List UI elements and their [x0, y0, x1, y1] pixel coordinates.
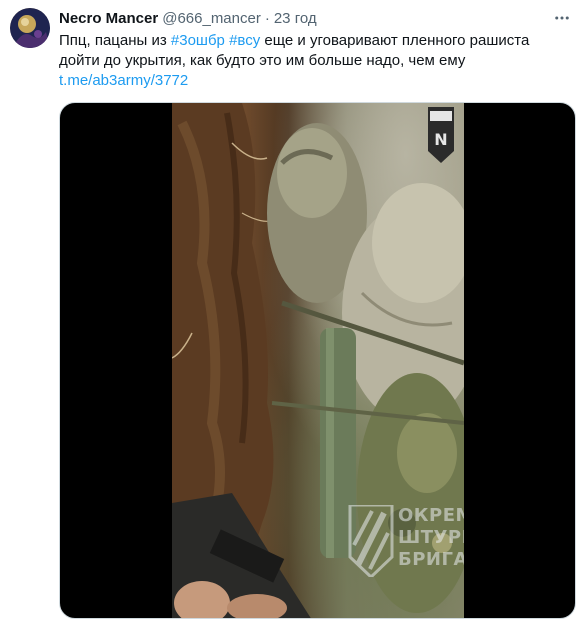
- timestamp[interactable]: 23 год: [274, 9, 317, 29]
- brand-badge: N: [426, 107, 456, 163]
- hashtag-link[interactable]: #всу: [229, 32, 260, 49]
- brand-badge-icon: N: [428, 107, 454, 163]
- watermark-line-3: БРИГАДА: [398, 549, 464, 570]
- tweet-text-line-1: Ппц, пацаны из #3ошбр #всу еще и уговари…: [59, 31, 559, 51]
- video-frame[interactable]: N ОКРЕМА ШТУРМОВА БРИГАДА: [172, 103, 464, 618]
- watermark: ОКРЕМА ШТУРМОВА БРИГАДА: [348, 503, 464, 583]
- tweet-text-line-2: дойти до укрытия, как будто это им больш…: [59, 52, 466, 69]
- media-container[interactable]: N ОКРЕМА ШТУРМОВА БРИГАДА: [59, 102, 576, 619]
- tweet-header: Necro Mancer @666_mancer · 23 год: [59, 9, 317, 29]
- tweet-text-line-3: t.me/ab3army/3772: [59, 71, 559, 91]
- avatar[interactable]: [10, 8, 50, 48]
- external-link[interactable]: t.me/ab3army/3772: [59, 72, 188, 89]
- more-options-button[interactable]: [551, 8, 573, 28]
- tweet-text: Ппц, пацаны из #3ошбр #всу еще и уговари…: [59, 31, 559, 91]
- tweet[interactable]: Necro Mancer @666_mancer · 23 год Ппц, п…: [0, 0, 585, 632]
- user-handle[interactable]: @666_mancer: [162, 9, 261, 29]
- hashtag-link[interactable]: #3ошбр: [171, 32, 225, 49]
- more-horizontal-icon: [555, 16, 569, 20]
- text-segment: Ппц, пацаны из: [59, 32, 171, 49]
- avatar-image: [10, 8, 50, 48]
- watermark-line-2: ШТУРМОВА: [398, 527, 464, 548]
- brigade-logo: [348, 505, 394, 577]
- watermark-line-1: ОКРЕМА: [398, 505, 464, 526]
- text-segment: еще и уговаривают пленного рашиста: [260, 32, 530, 49]
- separator-dot: ·: [264, 10, 270, 27]
- display-name[interactable]: Necro Mancer: [59, 9, 158, 29]
- badge-letter: N: [434, 130, 447, 149]
